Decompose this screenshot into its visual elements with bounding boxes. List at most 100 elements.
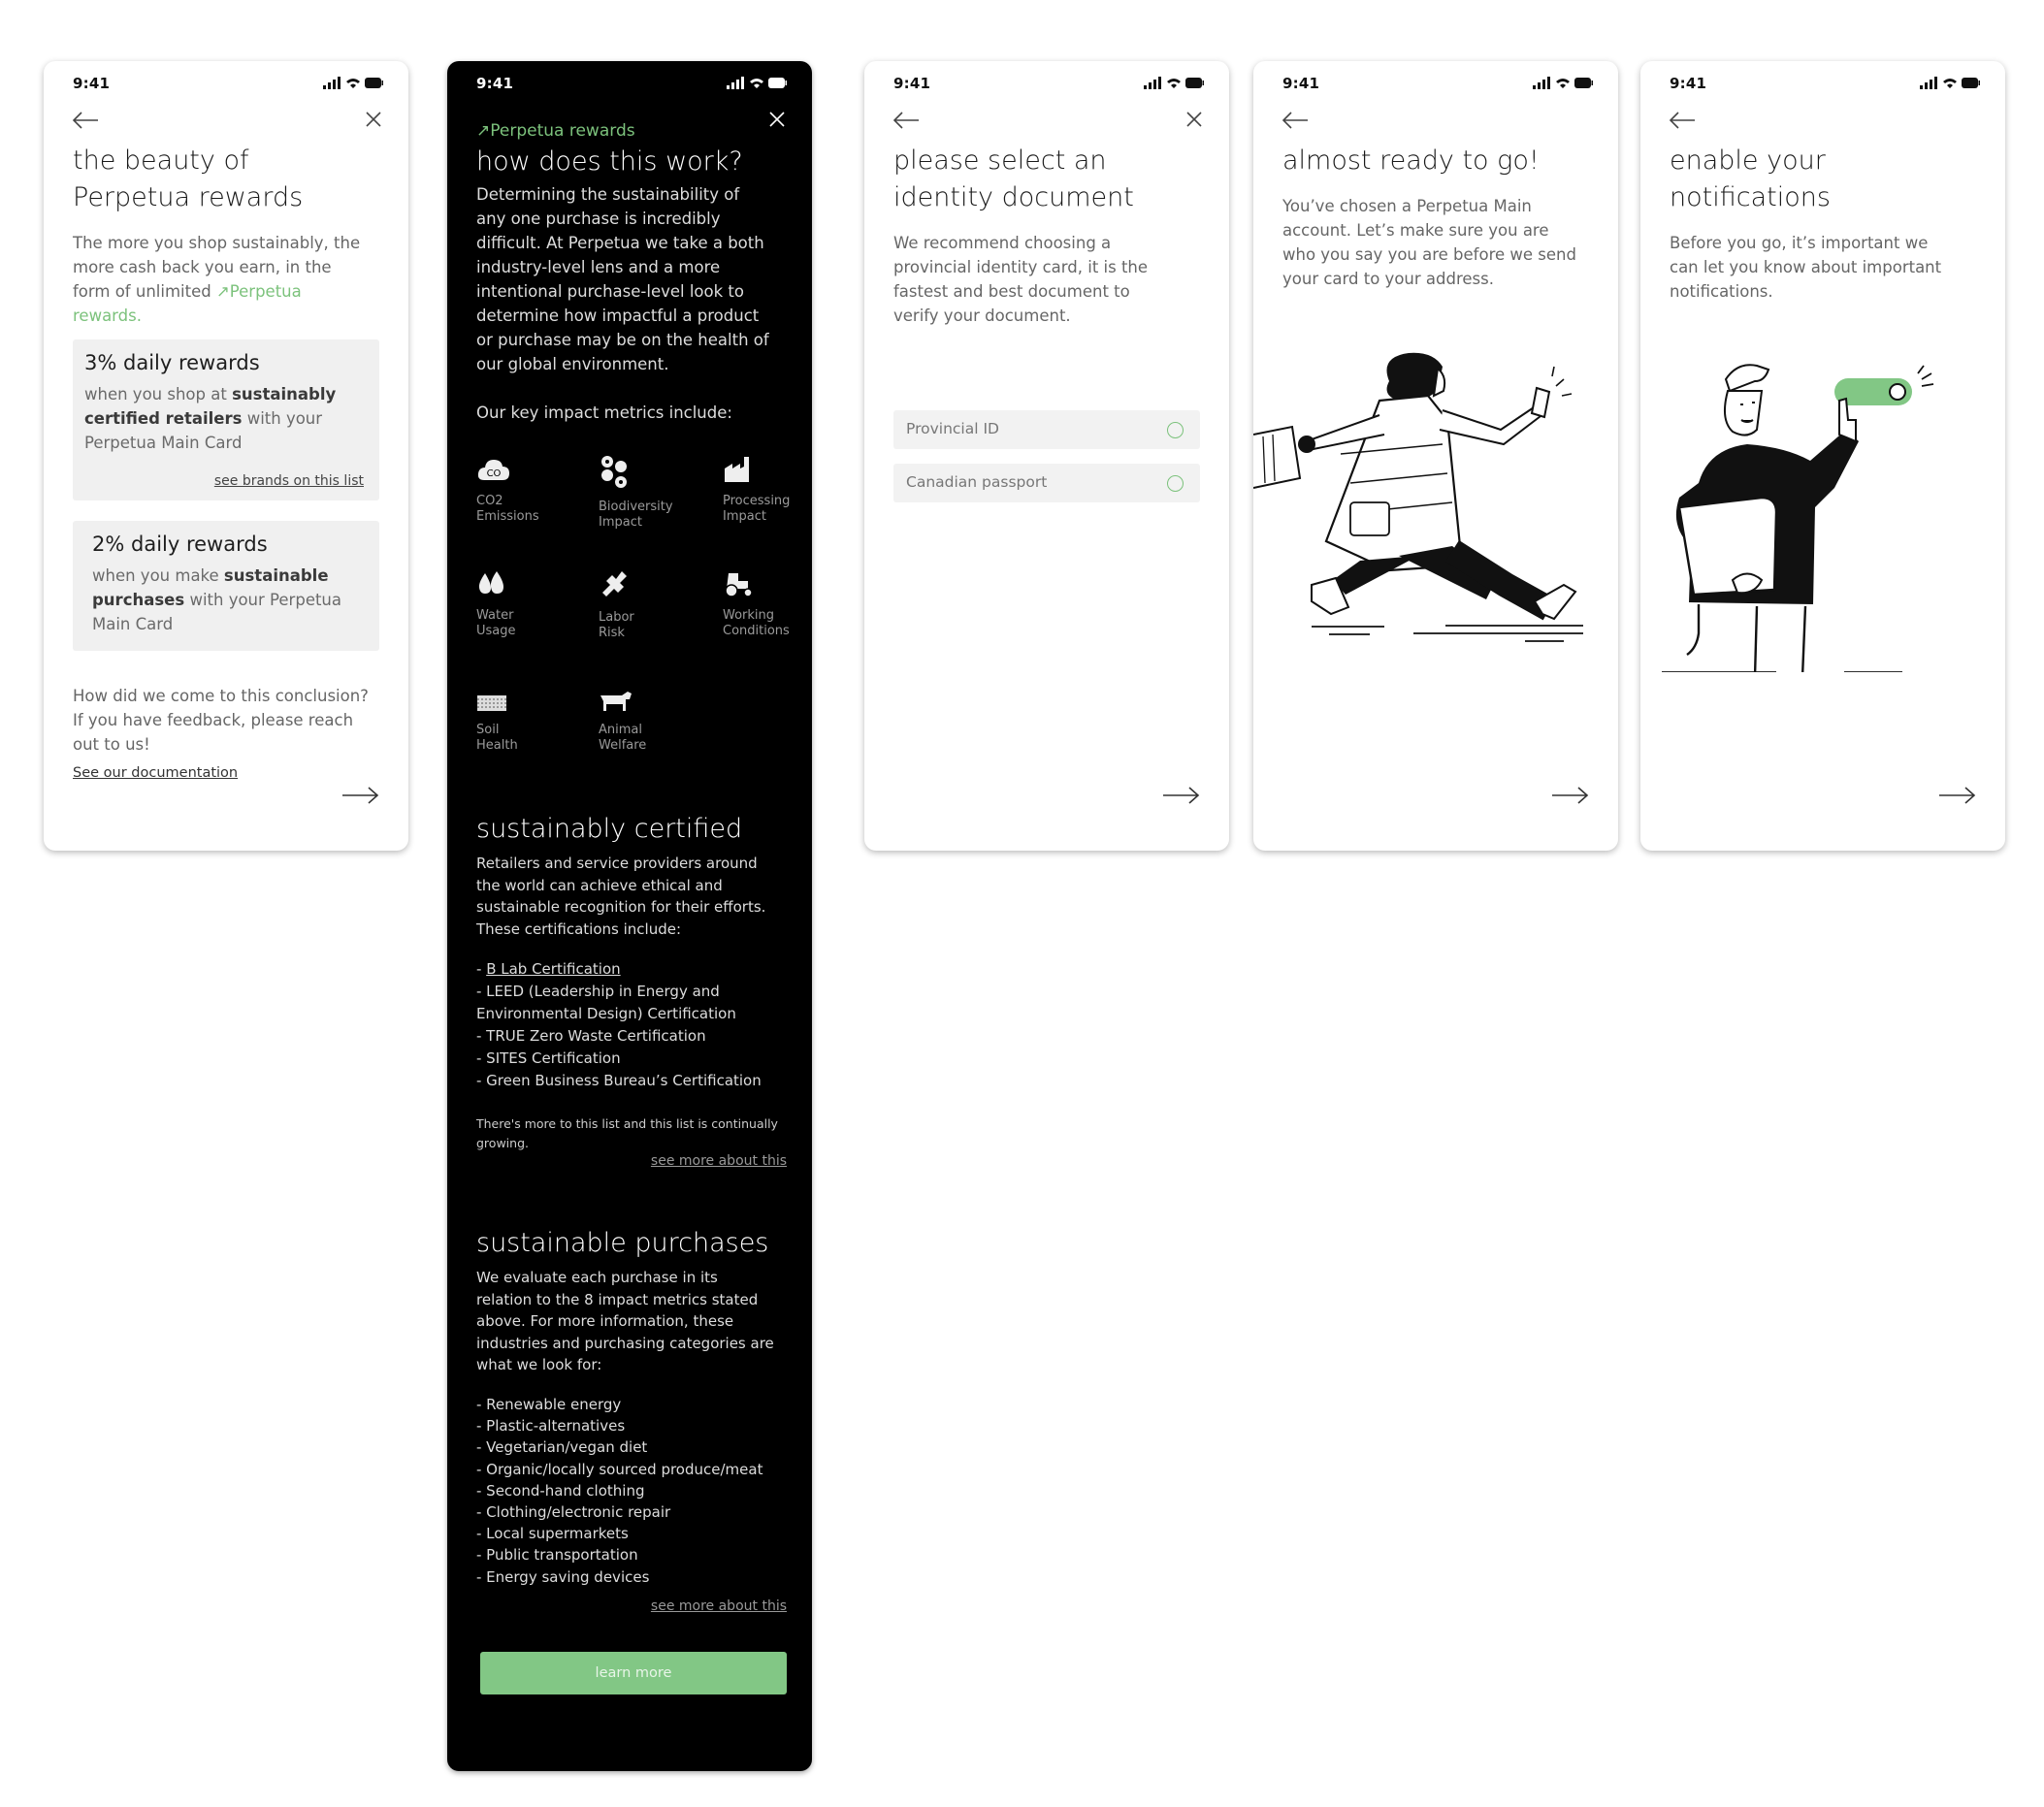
cert-item: - TRUE Zero Waste Certification [476, 1027, 706, 1045]
metric-label: Risk [599, 626, 625, 640]
card-title: 2% daily rewards [92, 532, 268, 556]
cow-icon [600, 692, 632, 711]
see-more-link[interactable]: see more about this [651, 1598, 787, 1614]
certified-title: sustainably certified [476, 814, 743, 844]
purchase-item: - Second-hand clothing [476, 1481, 645, 1500]
close-icon[interactable] [364, 109, 383, 130]
metric-label: Processing [723, 494, 791, 508]
tractor-icon [725, 573, 753, 597]
cert-list: - B Lab Certification - LEED (Leadership… [476, 958, 787, 1092]
status-time: 9:41 [1670, 75, 1707, 92]
metric-biodiversity: Biodiversity Impact [599, 455, 676, 531]
recommendation-text: We recommend choosing a provincial ident… [893, 234, 1149, 325]
metric-label: Labor [599, 610, 634, 625]
b-lab-link[interactable]: B Lab Certification [486, 960, 620, 978]
metric-label: Soil [476, 723, 500, 737]
metric-working: Working Conditions [723, 569, 800, 639]
status-time: 9:41 [893, 75, 931, 92]
option-canadian-passport[interactable]: Canadian passport [893, 464, 1200, 502]
rewards-kicker-link[interactable]: ↗Perpetua rewards [476, 121, 635, 141]
metric-label: Impact [599, 515, 642, 530]
metric-water: Water Usage [476, 569, 554, 639]
cert-item: - LEED (Leadership in Energy and Environ… [476, 983, 736, 1022]
page-title: the beauty of Perpetua rewards [73, 145, 304, 212]
purchases-text: We evaluate each purchase in its relatio… [476, 1269, 774, 1373]
cert-item: - B Lab Certification [476, 958, 787, 981]
brands-list-link[interactable]: see brands on this list [214, 473, 364, 489]
screen-almost-ready: 9:41 almost ready to go! You’ve chosen a… [1253, 61, 1618, 851]
status-bar: 9:41 [476, 74, 787, 93]
purchase-item: - Plastic-alternatives [476, 1417, 626, 1436]
metric-processing: Processing Impact [723, 455, 800, 525]
page-title: please select an identity document [893, 145, 1134, 212]
metric-label: Health [476, 738, 518, 753]
metrics-heading: Our key impact metrics include: [476, 403, 732, 422]
next-arrow-icon[interactable] [1550, 784, 1591, 807]
status-bar: 9:41 [1282, 74, 1593, 93]
intro-text: Determining the sustainability of any on… [476, 185, 769, 373]
page-title: enable your notifications [1670, 145, 1831, 212]
purchase-item: - Local supermarkets [476, 1525, 629, 1543]
man-with-toggle-illustration [1662, 364, 1934, 672]
factory-icon [725, 457, 749, 482]
intro-text: The more you shop sustainably, the more … [73, 231, 364, 328]
purchases-title: sustainable purchases [476, 1228, 769, 1258]
metric-label: Usage [476, 624, 516, 638]
walking-woman-illustration [1253, 352, 1583, 642]
back-arrow-icon[interactable] [71, 108, 100, 133]
status-icons [1533, 77, 1593, 89]
biodiversity-icon [601, 456, 627, 488]
card-text: when you make sustainable purchases with… [92, 564, 368, 636]
screen-rewards-intro: 9:41 the beauty of Perpetua rewards The … [44, 61, 408, 851]
next-arrow-icon[interactable] [1161, 784, 1202, 807]
kicker-label: Perpetua rewards [490, 121, 635, 141]
purchase-item: - Vegetarian/vegan diet [476, 1438, 648, 1457]
cert-note: There's more to this list and this list … [476, 1116, 778, 1150]
screen-enable-notifications: 9:41 enable your notifications Before yo… [1640, 61, 2005, 851]
close-icon[interactable] [1184, 109, 1204, 130]
metric-label: Welfare [599, 738, 647, 753]
reward-card-3pct: 3% daily rewards when you shop at sustai… [73, 339, 379, 500]
documentation-link[interactable]: See our documentation [73, 761, 238, 786]
certified-text: Retailers and service providers around t… [476, 855, 766, 938]
next-arrow-icon[interactable] [1937, 784, 1978, 807]
status-bar: 9:41 [1670, 74, 1980, 93]
purchase-item: - Organic/locally sourced produce/meat [476, 1460, 763, 1478]
metric-label: Emissions [476, 509, 539, 524]
cert-item: - SITES Certification [476, 1049, 621, 1067]
option-provincial-id[interactable]: Provincial ID [893, 410, 1200, 449]
close-icon[interactable] [767, 109, 787, 130]
radio-button[interactable] [1167, 422, 1184, 438]
metric-label: Impact [723, 509, 766, 524]
metric-label: CO2 [476, 494, 503, 508]
see-more-link[interactable]: see more about this [651, 1153, 787, 1169]
next-arrow-icon[interactable] [341, 784, 381, 807]
cloud-co2-icon: CO [477, 460, 509, 480]
card-text: when you shop at sustainably certified r… [84, 382, 368, 455]
card-text-a: when you make [92, 566, 224, 585]
option-label: Canadian passport [906, 473, 1048, 491]
status-time: 9:41 [1282, 75, 1320, 92]
soil-icon [477, 695, 506, 711]
status-icons [1144, 77, 1204, 89]
back-arrow-icon[interactable] [1668, 108, 1697, 133]
screen-identity-document: 9:41 please select an identity document … [864, 61, 1229, 851]
metric-label: Working [723, 608, 775, 623]
back-arrow-icon[interactable] [1281, 108, 1310, 133]
purchase-item: - Renewable energy [476, 1396, 622, 1413]
radio-button[interactable] [1167, 475, 1184, 492]
metric-label: Biodiversity [599, 500, 673, 514]
verification-text: You’ve chosen a Perpetua Main account. L… [1282, 197, 1576, 288]
learn-more-button[interactable]: learn more [480, 1652, 787, 1694]
svg-text:CO: CO [487, 468, 502, 479]
metric-label: Animal [599, 723, 642, 737]
status-time: 9:41 [476, 75, 514, 92]
status-icons [1920, 77, 1980, 89]
cert-item: - Green Business Bureau’s Certification [476, 1072, 762, 1089]
purchase-item: - Energy saving devices [476, 1567, 650, 1586]
metric-animal: Animal Welfare [599, 688, 676, 754]
cert-prefix: - [476, 960, 487, 978]
metric-labor: Labor Risk [599, 569, 676, 641]
status-icons [727, 77, 787, 89]
back-arrow-icon[interactable] [892, 108, 921, 133]
